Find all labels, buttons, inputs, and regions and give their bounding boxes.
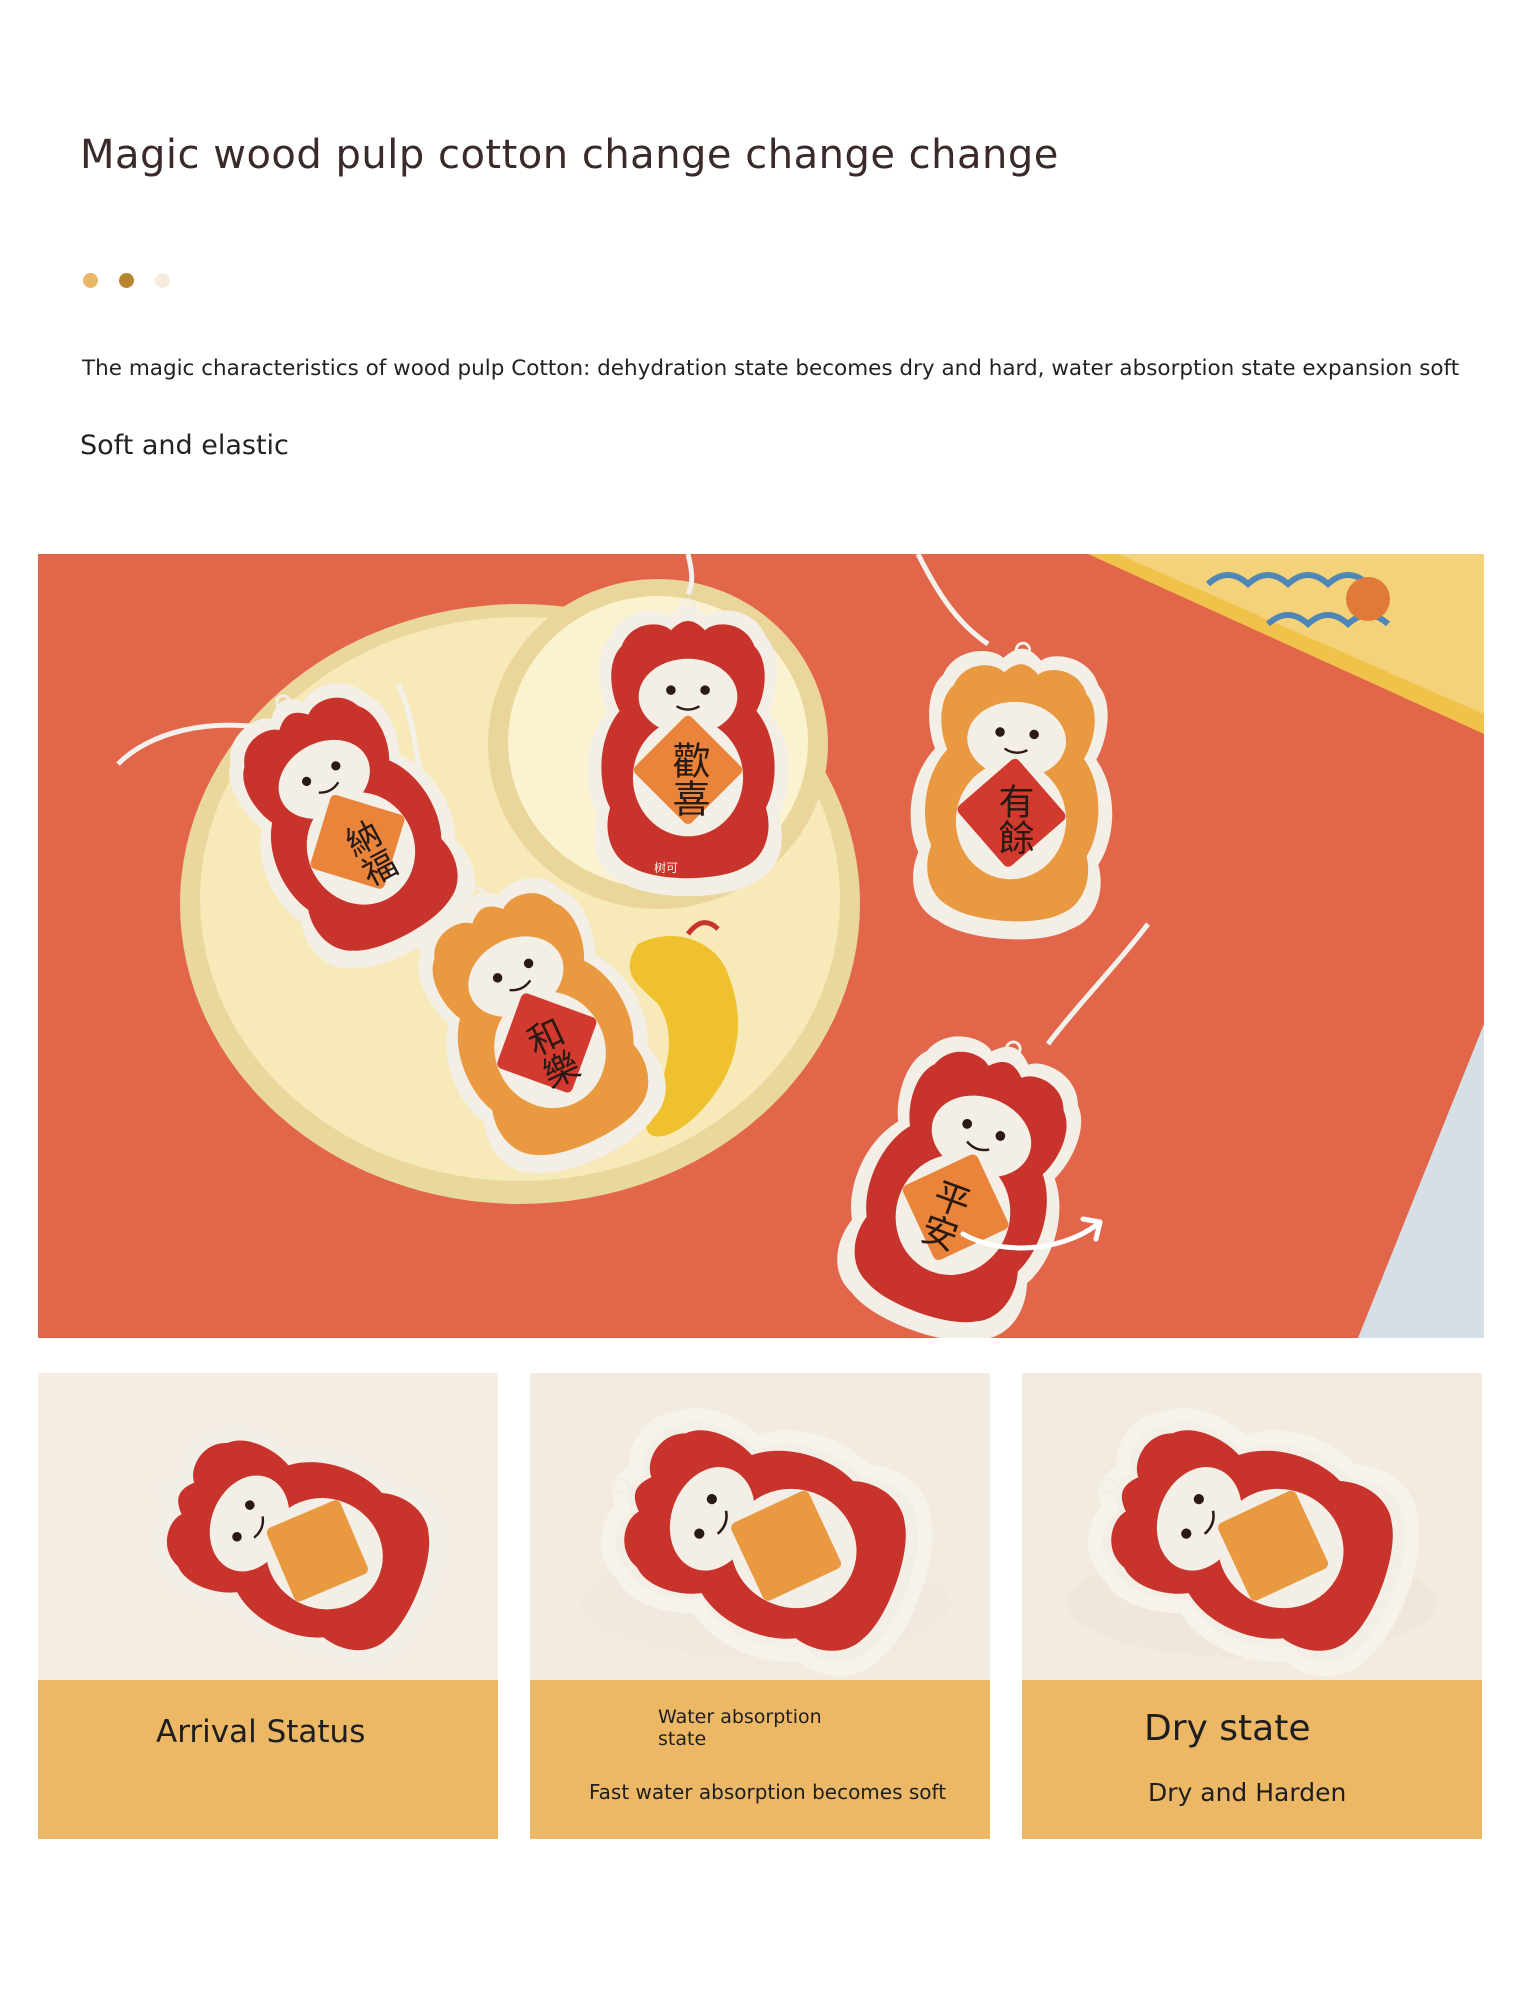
- panel-arrival-status: Arrival Status: [38, 1373, 498, 1839]
- hero-photo: 歡喜 有餘 納福 和樂 平安 树可: [38, 554, 1484, 1338]
- dot-3: [155, 273, 170, 288]
- brand-mark: 树可: [654, 860, 678, 875]
- arrival-sponge-photo: [38, 1373, 498, 1680]
- sponge-text-huanxi: 歡喜: [666, 741, 710, 817]
- caption-arrival: Arrival Status: [38, 1680, 498, 1839]
- caption-water: Water absorption state Fast water absorp…: [530, 1680, 990, 1839]
- panel-water-absorption: Water absorption state Fast water absorp…: [530, 1373, 990, 1839]
- page-title: Magic wood pulp cotton change change cha…: [80, 132, 1059, 178]
- panel-label: Arrival Status: [156, 1714, 366, 1750]
- panel-label: Dry state: [1144, 1708, 1311, 1749]
- panel-subtext: Dry and Harden: [1148, 1778, 1347, 1807]
- dry-sponge-photo: [1022, 1373, 1482, 1680]
- dot-1: [83, 273, 98, 288]
- dot-2: [119, 273, 134, 288]
- section-subtitle: Soft and elastic: [80, 430, 289, 461]
- panel-dry-state: Dry state Dry and Harden: [1022, 1373, 1482, 1839]
- description-text: The magic characteristics of wood pulp C…: [82, 356, 1460, 381]
- sponge-text-youyu: 有餘: [993, 783, 1034, 855]
- wet-sponge-photo: [530, 1373, 990, 1680]
- panel-subtext: Fast water absorption becomes soft: [589, 1780, 947, 1804]
- caption-dry: Dry state Dry and Harden: [1022, 1680, 1482, 1839]
- panel-label: Water absorption state: [658, 1706, 822, 1750]
- decorative-dots: [83, 273, 170, 288]
